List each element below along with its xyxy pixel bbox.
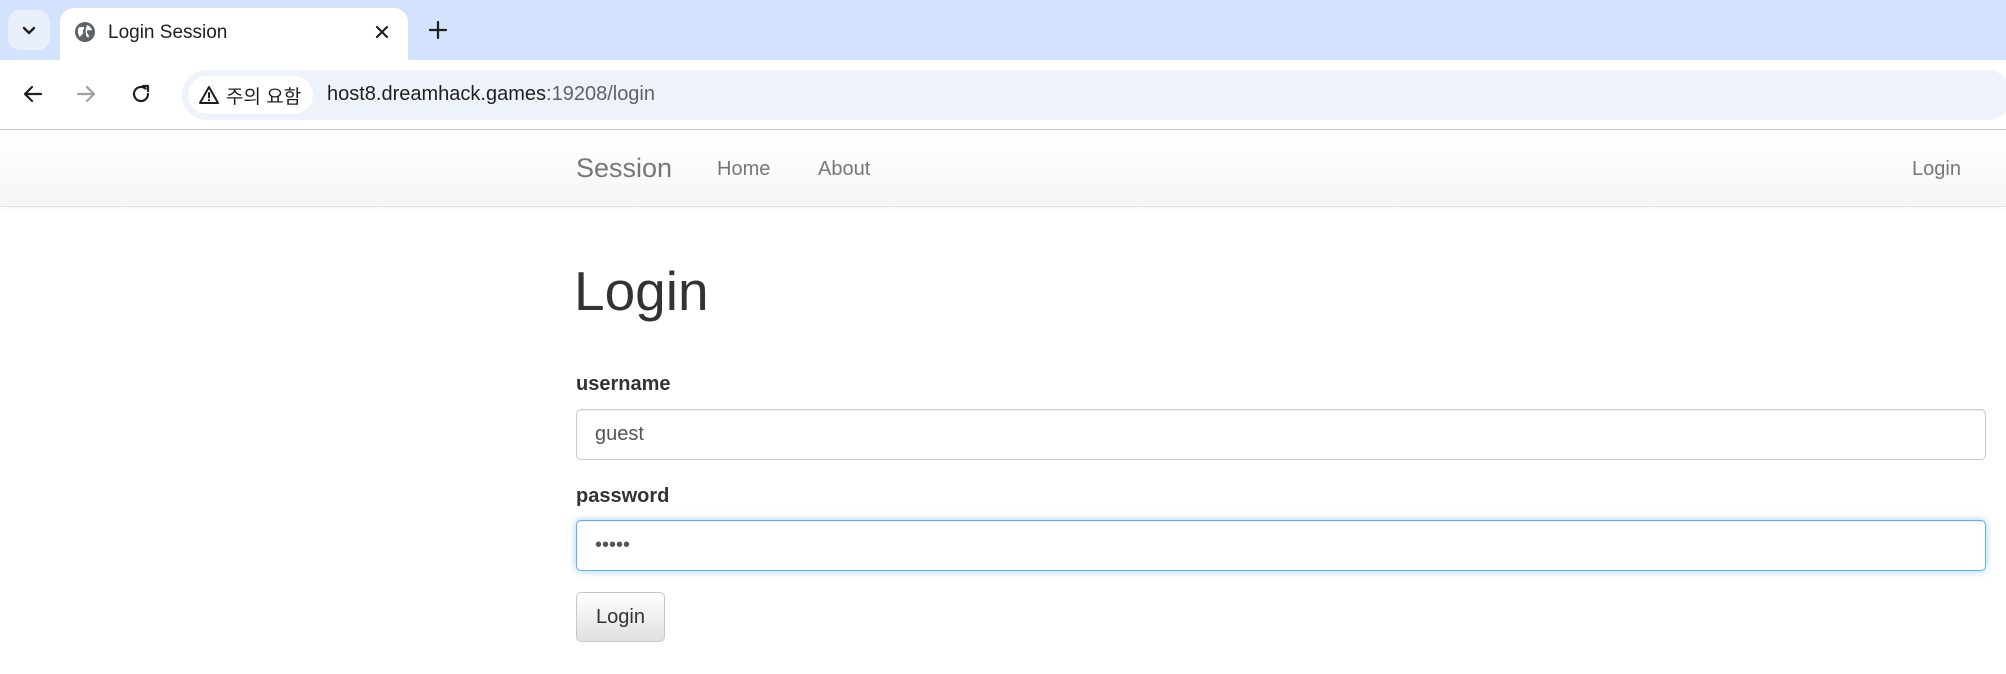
nav-link-login[interactable]: Login bbox=[1912, 158, 1961, 181]
address-bar[interactable]: 주의 요함 host8.dreamhack.games:19208/login bbox=[182, 70, 2006, 120]
nav-link-home[interactable]: Home bbox=[717, 158, 770, 181]
reload-button[interactable] bbox=[123, 76, 159, 112]
page-title: Login bbox=[574, 260, 709, 322]
new-tab-button[interactable] bbox=[422, 14, 454, 46]
warning-triangle-icon bbox=[199, 86, 219, 104]
password-input[interactable] bbox=[576, 520, 1986, 571]
browser-tabstrip: Login Session bbox=[0, 0, 2006, 60]
back-button[interactable] bbox=[15, 76, 51, 112]
url-host: host8.dreamhack.games bbox=[327, 83, 547, 105]
globe-icon bbox=[75, 22, 95, 42]
username-label: username bbox=[576, 373, 671, 395]
close-icon bbox=[375, 25, 389, 39]
url-path: :19208/login bbox=[546, 83, 655, 105]
browser-toolbar: 주의 요함 host8.dreamhack.games:19208/login bbox=[0, 60, 2006, 130]
arrow-right-icon bbox=[76, 85, 96, 103]
tab-search-button[interactable] bbox=[8, 10, 50, 50]
login-submit-button[interactable]: Login bbox=[576, 592, 665, 642]
security-label: 주의 요함 bbox=[226, 86, 302, 108]
nav-link-about[interactable]: About bbox=[818, 158, 870, 181]
forward-button[interactable] bbox=[68, 76, 104, 112]
arrow-left-icon bbox=[23, 85, 43, 103]
close-tab-button[interactable] bbox=[370, 20, 394, 44]
reload-icon bbox=[132, 84, 150, 103]
password-label: password bbox=[576, 485, 670, 507]
browser-tab-active[interactable]: Login Session bbox=[60, 8, 408, 60]
page-content: Session Home About Login Login username … bbox=[0, 131, 2006, 674]
chevron-down-icon bbox=[22, 26, 36, 35]
site-navbar: Session Home About Login bbox=[0, 131, 2006, 207]
plus-icon bbox=[428, 20, 448, 40]
username-input[interactable] bbox=[576, 409, 1986, 460]
tab-title: Login Session bbox=[108, 22, 228, 43]
security-indicator[interactable]: 주의 요함 bbox=[188, 76, 314, 114]
navbar-brand[interactable]: Session bbox=[576, 153, 672, 184]
url-text[interactable]: host8.dreamhack.games:19208/login bbox=[327, 83, 655, 106]
